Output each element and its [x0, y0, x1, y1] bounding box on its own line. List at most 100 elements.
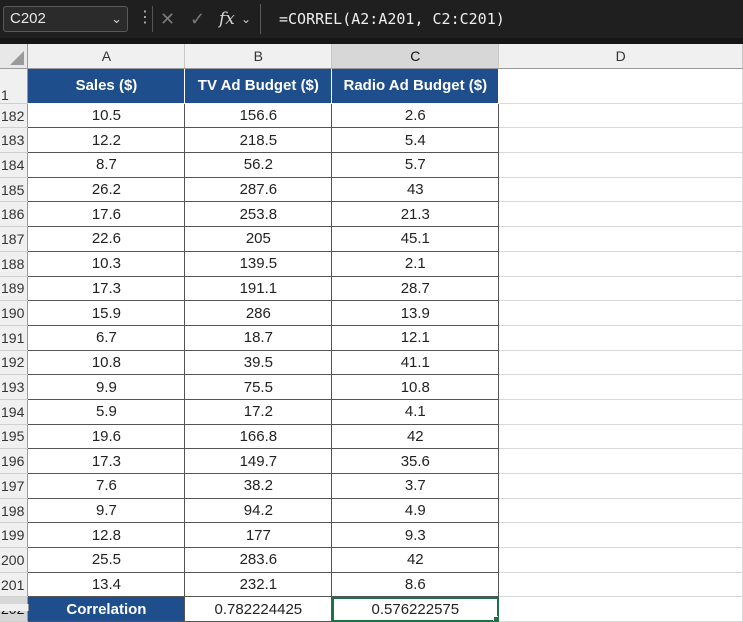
row-header[interactable]: 199: [0, 522, 29, 549]
cell-tv-budget[interactable]: 156.6: [184, 103, 333, 129]
cell-tv-budget[interactable]: 232.1: [184, 572, 333, 598]
empty-cell[interactable]: [498, 448, 743, 474]
cell-radio-budget[interactable]: 12.1: [331, 325, 500, 351]
cell-tv-budget[interactable]: 94.2: [184, 498, 333, 524]
cell-tv-budget[interactable]: 17.2: [184, 399, 333, 425]
cell-radio-budget[interactable]: 35.6: [331, 448, 500, 474]
correlation-radio-cell[interactable]: 0.576222575: [331, 596, 500, 622]
cell-sales[interactable]: 6.7: [27, 325, 186, 351]
row-header[interactable]: 191: [0, 325, 29, 351]
cell-radio-budget[interactable]: 28.7: [331, 276, 500, 302]
correlation-label[interactable]: Correlation: [27, 596, 186, 622]
header-cell-radio-budget[interactable]: Radio Ad Budget ($): [331, 68, 500, 104]
cell-sales[interactable]: 10.3: [27, 251, 186, 277]
row-header[interactable]: 182: [0, 103, 29, 129]
cell-tv-budget[interactable]: 218.5: [184, 127, 333, 154]
row-header[interactable]: 184: [0, 152, 29, 178]
cell-sales[interactable]: 10.8: [27, 350, 186, 376]
empty-cell[interactable]: [498, 127, 743, 154]
name-box[interactable]: C202 ⌄: [3, 6, 128, 32]
chevron-down-icon[interactable]: ⌄: [111, 7, 122, 31]
cell-sales[interactable]: 12.2: [27, 127, 186, 154]
row-header[interactable]: 188: [0, 251, 29, 277]
cell-radio-budget[interactable]: 5.7: [331, 152, 500, 178]
cell-sales[interactable]: 17.3: [27, 448, 186, 474]
fill-handle[interactable]: [493, 616, 498, 621]
empty-cell[interactable]: [498, 350, 743, 376]
cell-radio-budget[interactable]: 4.9: [331, 498, 500, 524]
empty-cell[interactable]: [498, 374, 743, 400]
cell-tv-budget[interactable]: 18.7: [184, 325, 333, 351]
cell-sales[interactable]: 13.4: [27, 572, 186, 598]
cell-radio-budget[interactable]: 42: [331, 547, 500, 573]
cell-radio-budget[interactable]: 2.1: [331, 251, 500, 277]
cell-sales[interactable]: 26.2: [27, 177, 186, 203]
cell-sales[interactable]: 8.7: [27, 152, 186, 178]
cell-sales[interactable]: 17.6: [27, 201, 186, 228]
cell-radio-budget[interactable]: 10.8: [331, 374, 500, 400]
cell-tv-budget[interactable]: 253.8: [184, 201, 333, 228]
empty-cell[interactable]: [498, 522, 743, 549]
empty-cell[interactable]: [498, 572, 743, 598]
cell-radio-budget[interactable]: 42: [331, 424, 500, 450]
cell-radio-budget[interactable]: 5.4: [331, 127, 500, 154]
row-header[interactable]: 190: [0, 300, 29, 326]
cell-sales[interactable]: 12.8: [27, 522, 186, 549]
cell-tv-budget[interactable]: 75.5: [184, 374, 333, 400]
cell-radio-budget[interactable]: 13.9: [331, 300, 500, 326]
row-header[interactable]: 196: [0, 448, 29, 474]
empty-cell[interactable]: [498, 276, 743, 302]
row-header[interactable]: 198: [0, 498, 29, 524]
row-header[interactable]: 193: [0, 374, 29, 400]
cell-sales[interactable]: 25.5: [27, 547, 186, 573]
cell-sales[interactable]: 19.6: [27, 424, 186, 450]
cell-tv-budget[interactable]: 39.5: [184, 350, 333, 376]
column-header-c[interactable]: C: [331, 44, 500, 69]
row-header[interactable]: 185: [0, 177, 29, 203]
cell-sales[interactable]: 9.9: [27, 374, 186, 400]
cell-tv-budget[interactable]: 166.8: [184, 424, 333, 450]
column-header-d[interactable]: D: [498, 44, 743, 69]
cell-radio-budget[interactable]: 9.3: [331, 522, 500, 549]
empty-cell[interactable]: [498, 498, 743, 524]
cell-tv-budget[interactable]: 287.6: [184, 177, 333, 203]
cell-tv-budget[interactable]: 283.6: [184, 547, 333, 573]
cell-tv-budget[interactable]: 38.2: [184, 473, 333, 499]
cell-tv-budget[interactable]: 56.2: [184, 152, 333, 178]
empty-cell[interactable]: [498, 152, 743, 178]
cell-tv-budget[interactable]: 191.1: [184, 276, 333, 302]
cell-tv-budget[interactable]: 139.5: [184, 251, 333, 277]
fx-icon[interactable]: fx: [219, 6, 235, 32]
cell-tv-budget[interactable]: 286: [184, 300, 333, 326]
column-header-b[interactable]: B: [184, 44, 333, 69]
row-header[interactable]: 200: [0, 547, 29, 573]
formula-input[interactable]: =CORREL(A2:A201, C2:C201): [260, 4, 740, 34]
empty-cell[interactable]: [498, 473, 743, 499]
cell-tv-budget[interactable]: 205: [184, 226, 333, 252]
cell-radio-budget[interactable]: 3.7: [331, 473, 500, 499]
row-header[interactable]: 197: [0, 473, 29, 499]
row-header[interactable]: 183: [0, 127, 29, 154]
empty-cell[interactable]: [498, 547, 743, 573]
empty-cell[interactable]: [498, 424, 743, 450]
cell-radio-budget[interactable]: 2.6: [331, 103, 500, 129]
x-icon[interactable]: ✕: [160, 6, 175, 32]
cell-radio-budget[interactable]: 41.1: [331, 350, 500, 376]
correlation-tv-cell[interactable]: 0.782224425: [184, 596, 333, 622]
header-cell-tv-budget[interactable]: TV Ad Budget ($): [184, 68, 333, 104]
empty-cell[interactable]: [498, 251, 743, 277]
check-icon[interactable]: ✓: [190, 6, 205, 32]
empty-cell[interactable]: [498, 226, 743, 252]
cell-tv-budget[interactable]: 149.7: [184, 448, 333, 474]
cell-sales[interactable]: 17.3: [27, 276, 186, 302]
row-header[interactable]: 1: [0, 68, 29, 104]
empty-cell[interactable]: [498, 596, 743, 622]
header-cell-sales[interactable]: Sales ($): [27, 68, 186, 104]
vertical-dots-icon[interactable]: ⋮: [137, 8, 153, 28]
cell-sales[interactable]: 9.7: [27, 498, 186, 524]
empty-cell[interactable]: [498, 201, 743, 228]
cell-radio-budget[interactable]: 43: [331, 177, 500, 203]
select-all-button[interactable]: [0, 44, 29, 69]
chevron-down-icon[interactable]: ⌄: [241, 6, 251, 32]
cell-sales[interactable]: 10.5: [27, 103, 186, 129]
